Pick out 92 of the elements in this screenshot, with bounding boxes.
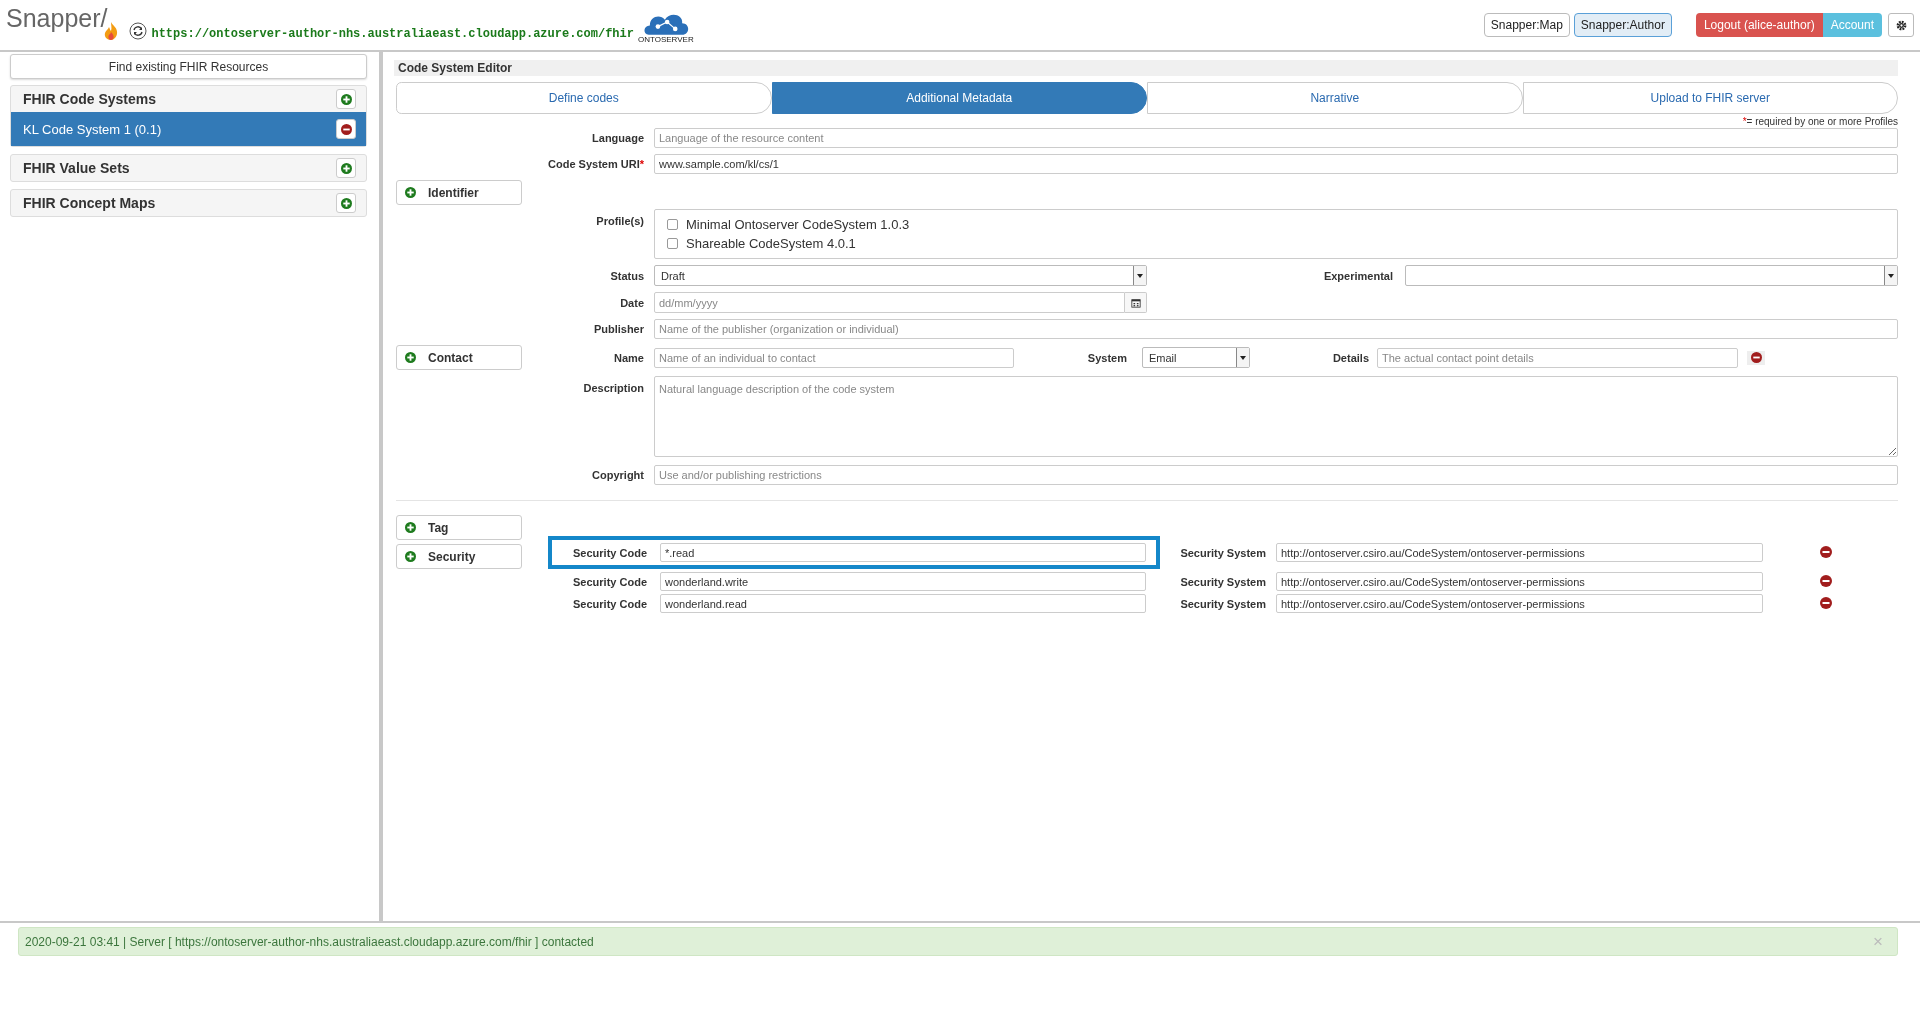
minus-icon xyxy=(340,123,352,135)
field-label: Language xyxy=(591,132,644,144)
field-label: Description xyxy=(582,381,644,394)
add-section-button[interactable]: Tag xyxy=(396,515,522,540)
remove-button[interactable] xyxy=(1820,574,1834,589)
plus-icon xyxy=(340,197,352,209)
add-button[interactable] xyxy=(336,193,356,213)
resource-item[interactable]: KL Code System 1 (0.1) xyxy=(11,112,366,146)
required-mark: * xyxy=(1742,116,1747,127)
required-mark: * xyxy=(639,158,644,170)
remove-button[interactable] xyxy=(1820,596,1834,611)
find-button[interactable]: Find existing FHIR Resources xyxy=(10,54,367,79)
add-button[interactable] xyxy=(336,89,356,109)
text-field[interactable]: Use and/or publishing restrictions xyxy=(654,465,1898,485)
plus-icon xyxy=(340,93,352,105)
text-field[interactable]: wonderland.write xyxy=(660,572,1146,591)
minus-icon xyxy=(1820,545,1832,558)
plus-icon xyxy=(405,352,416,363)
panel-title[interactable]: FHIR Concept Maps xyxy=(23,195,156,211)
option-label: Shareable CodeSystem 4.0.1 xyxy=(686,236,856,251)
field-label: Security System xyxy=(1179,575,1266,588)
field-label: Security System xyxy=(1179,597,1266,610)
logout-button[interactable]: Logout (alice-author) xyxy=(1695,13,1823,37)
field-label: Date xyxy=(619,296,644,309)
text-field[interactable]: http://ontoserver.csiro.au/CodeSystem/ontoserver-permissions xyxy=(1276,594,1763,613)
remove-button[interactable] xyxy=(336,119,356,139)
panel-title[interactable]: FHIR Code Systems xyxy=(23,91,157,107)
caret-icon xyxy=(1136,271,1144,280)
field-label: Copyright xyxy=(591,469,644,481)
field-label: Name xyxy=(613,351,644,364)
field-label: System xyxy=(1086,351,1128,364)
tab[interactable]: Upload to FHIR server xyxy=(1522,82,1898,114)
settings-button[interactable] xyxy=(1888,13,1914,37)
field-label: Security Code xyxy=(572,546,647,559)
add-button[interactable] xyxy=(336,158,356,178)
required-note: = required by one or more Profiles xyxy=(1746,116,1898,127)
text-area[interactable]: Natural language description of the code system xyxy=(654,376,1898,457)
remove-button[interactable] xyxy=(1747,350,1765,365)
minus-icon xyxy=(1820,574,1832,587)
text-field[interactable]: http://ontoserver.csiro.au/CodeSystem/ontoserver-permissions xyxy=(1276,543,1763,562)
field-label: Details xyxy=(1331,351,1370,364)
logo-caption: ONTOSERVER xyxy=(637,34,694,44)
tab[interactable]: Additional Metadata xyxy=(771,82,1147,114)
nav-button[interactable]: Snapper:Author xyxy=(1573,13,1672,37)
field-label: Security System xyxy=(1179,546,1266,559)
field-label: Security Code xyxy=(572,575,647,588)
field-label: Experimental xyxy=(1322,269,1394,282)
nav-button[interactable]: Snapper:Map xyxy=(1483,13,1570,37)
field-label: Code System URI xyxy=(548,158,640,170)
text-field[interactable]: Language of the resource content xyxy=(654,128,1898,148)
minus-icon xyxy=(1820,596,1832,609)
add-section-button[interactable]: Contact xyxy=(396,345,522,370)
calendar-button[interactable] xyxy=(1125,292,1147,313)
select-field[interactable]: Draft xyxy=(654,265,1147,286)
plus-icon xyxy=(405,551,416,562)
refresh-icon[interactable] xyxy=(129,22,148,40)
tab[interactable]: Narrative xyxy=(1147,82,1523,114)
text-field[interactable]: Name of an individual to contact xyxy=(654,347,1014,368)
add-section-button[interactable]: Identifier xyxy=(396,180,522,205)
add-section-button[interactable]: Security xyxy=(396,544,522,569)
plus-icon xyxy=(405,522,416,533)
text-field[interactable]: *.read xyxy=(660,543,1146,562)
field-label: Status xyxy=(609,269,644,282)
text-field[interactable]: Name of the publisher (organization or individual) xyxy=(654,319,1898,339)
field-label: Profile(s) xyxy=(595,214,644,227)
remove-button[interactable] xyxy=(1820,545,1834,560)
text-field[interactable]: The actual contact point details xyxy=(1377,347,1738,368)
option-label: Minimal Ontoserver CodeSystem 1.0.3 xyxy=(686,217,910,232)
text-field[interactable]: wonderland.read xyxy=(660,594,1146,613)
item-label: KL Code System 1 (0.1) xyxy=(23,121,162,137)
checkbox[interactable] xyxy=(667,238,678,249)
text-field[interactable]: http://ontoserver.csiro.au/CodeSystem/ontoserver-permissions xyxy=(1276,572,1763,591)
panel-title[interactable]: FHIR Value Sets xyxy=(23,160,130,176)
checkbox[interactable] xyxy=(667,219,678,230)
calendar-icon xyxy=(1130,297,1141,308)
server-url: https://ontoserver-author-nhs.australiaeast.cloudapp.azure.com/fhir xyxy=(151,27,634,41)
brand-logo-text: Snapper/ xyxy=(6,4,108,33)
settings-icon xyxy=(1894,18,1908,32)
status-message: 2020-09-21 03:41 | Server [ https://ontoserver-author-nhs.australiaeast.cloudapp.azure.com/fhir ] contacted xyxy=(25,934,594,949)
caret-icon xyxy=(1239,353,1247,362)
editor-title: Code System Editor xyxy=(394,60,1898,76)
field-label: Security Code xyxy=(572,597,647,610)
caret-icon xyxy=(1887,271,1895,280)
tab[interactable]: Define codes xyxy=(396,82,772,114)
plus-icon xyxy=(405,187,416,198)
minus-icon xyxy=(1750,352,1762,363)
select-field[interactable] xyxy=(1405,265,1898,286)
select-field[interactable]: Email xyxy=(1142,347,1250,368)
field-label: Publisher xyxy=(592,323,644,335)
plus-icon xyxy=(340,162,352,174)
text-field[interactable]: www.sample.com/kl/cs/1 xyxy=(654,154,1898,174)
date-field[interactable]: dd/mm/yyyy xyxy=(654,292,1125,313)
